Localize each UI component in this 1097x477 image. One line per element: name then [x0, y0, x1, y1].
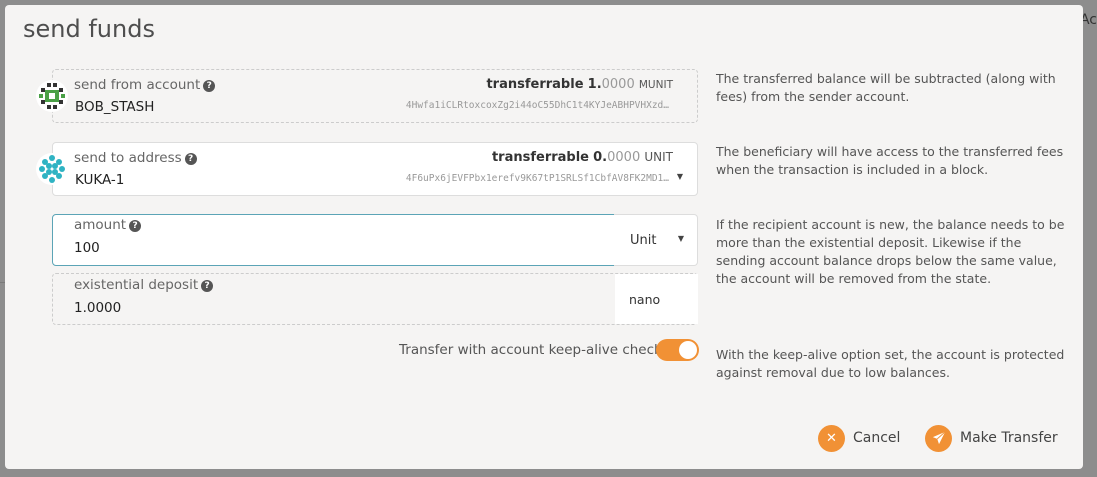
help-icon[interactable]: ? [129, 220, 142, 232]
amount-unit-select[interactable]: Unit ▼ [614, 214, 698, 266]
toggle-knob [679, 341, 697, 359]
send-from-description: The transferred balance will be subtract… [716, 71, 1056, 104]
paper-plane-icon [925, 424, 952, 452]
existential-deposit-value: 1.0000 [74, 300, 122, 316]
sender-address: 4Hwfa1iCLRtoxcoxZg2i44oC55DhC1t4KYJeABHP… [405, 100, 669, 111]
help-icon[interactable]: ? [201, 280, 214, 292]
existential-deposit-label: existential deposit? [74, 277, 214, 293]
help-icon[interactable]: ? [203, 80, 216, 92]
recipient-address: 4F6uPx6jEVFPbx1erefv9K67tP1SRLSf1CbfAV8F… [405, 173, 669, 184]
send-funds-modal: send funds send from account? BOB_STASH … [5, 5, 1083, 469]
send-to-address-dropdown[interactable]: send to address? KUKA-1 transferrable 0.… [36, 142, 698, 196]
keepalive-label: Transfer with account keep-alive checks [399, 342, 669, 358]
close-icon: ✕ [818, 424, 845, 452]
send-to-label: send to address? [74, 150, 197, 166]
account-identicon [36, 80, 68, 112]
keepalive-toggle[interactable] [656, 339, 699, 361]
sender-transferrable: transferrable 1.0000 MUNIT [486, 77, 673, 92]
modal-title: send funds [23, 15, 155, 43]
recipient-account-name: KUKA-1 [75, 172, 125, 188]
amount-value: 100 [74, 240, 100, 256]
amount-description: If the recipient account is new, the bal… [716, 217, 1065, 286]
chevron-down-icon: ▼ [677, 234, 684, 243]
keepalive-description: With the keep-alive option set, the acco… [716, 347, 1065, 380]
amount-unit-label: Unit [630, 233, 657, 248]
chevron-down-icon[interactable]: ▼ [677, 172, 683, 181]
make-transfer-button[interactable]: Make Transfer [925, 424, 1058, 452]
recipient-transferrable: transferrable 0.0000 UNIT [491, 150, 673, 165]
help-icon[interactable]: ? [184, 153, 197, 165]
recipient-identicon [36, 153, 68, 185]
amount-input[interactable]: amount? 100 [52, 214, 615, 266]
existential-deposit-unit: nano [615, 274, 698, 324]
amount-label: amount? [74, 217, 142, 233]
cancel-button[interactable]: ✕ Cancel [818, 424, 900, 452]
sender-account-name: BOB_STASH [75, 99, 155, 115]
send-from-label: send from account? [74, 77, 216, 93]
send-to-description: The beneficiary will have access to the … [716, 144, 1064, 177]
send-from-account-field[interactable]: send from account? BOB_STASH transferrab… [36, 69, 698, 123]
existential-deposit-field: existential deposit? 1.0000 nano [52, 273, 698, 325]
